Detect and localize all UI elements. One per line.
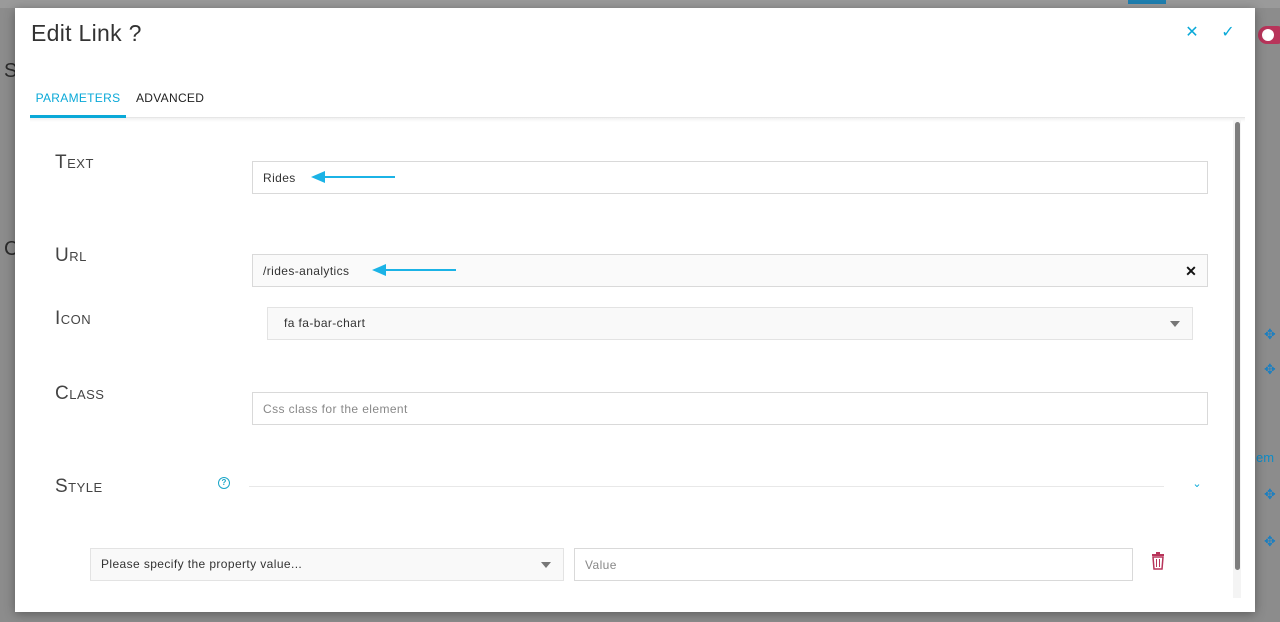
move-icon[interactable]: ✥ [1264, 361, 1276, 378]
backdrop-link-text: em [1256, 450, 1275, 465]
arrow-left-icon [311, 171, 395, 183]
class-label: Class [55, 383, 105, 404]
scrollbar-thumb[interactable] [1235, 122, 1240, 570]
move-icon[interactable]: ✥ [1264, 486, 1276, 503]
icon-select[interactable]: fa fa-bar-chart [267, 307, 1193, 340]
style-value-input[interactable] [574, 548, 1133, 581]
move-icon[interactable]: ✥ [1264, 326, 1276, 343]
arrow-left-icon [372, 264, 456, 276]
chevron-down-icon[interactable]: ⌄ [1189, 476, 1205, 492]
tab-parameters[interactable]: PARAMETERS [30, 86, 126, 118]
backdrop-toggle-switch[interactable] [1258, 26, 1280, 44]
clear-icon[interactable]: ✕ [1181, 261, 1201, 281]
chevron-down-icon [541, 562, 551, 568]
style-label: Style [55, 476, 103, 497]
backdrop-accent-bar [1128, 0, 1166, 4]
check-icon[interactable]: ✓ [1217, 22, 1239, 44]
url-label: Url [55, 245, 87, 266]
icon-select-value: fa fa-bar-chart [284, 316, 366, 330]
backdrop-topbar [0, 0, 1280, 8]
chevron-down-icon [1170, 321, 1180, 327]
edit-link-dialog: Edit Link ? ✕ ✓ PARAMETERS ADVANCED Text… [15, 8, 1255, 612]
dialog-tabs: PARAMETERS ADVANCED [30, 86, 1245, 118]
icon-label: Icon [55, 308, 92, 329]
text-label: Text [55, 152, 94, 173]
tab-advanced[interactable]: ADVANCED [136, 86, 204, 118]
close-icon[interactable]: ✕ [1181, 22, 1203, 44]
class-input[interactable] [252, 392, 1208, 425]
dialog-title: Edit Link ? [31, 20, 142, 46]
question-circle-icon[interactable]: ? [218, 477, 230, 489]
style-property-value: Please specify the property value... [101, 557, 303, 571]
trash-icon[interactable] [1150, 552, 1166, 570]
style-divider [249, 486, 1164, 487]
style-property-select[interactable]: Please specify the property value... [90, 548, 564, 581]
move-icon[interactable]: ✥ [1264, 533, 1276, 550]
tabs-shadow [30, 118, 1245, 122]
